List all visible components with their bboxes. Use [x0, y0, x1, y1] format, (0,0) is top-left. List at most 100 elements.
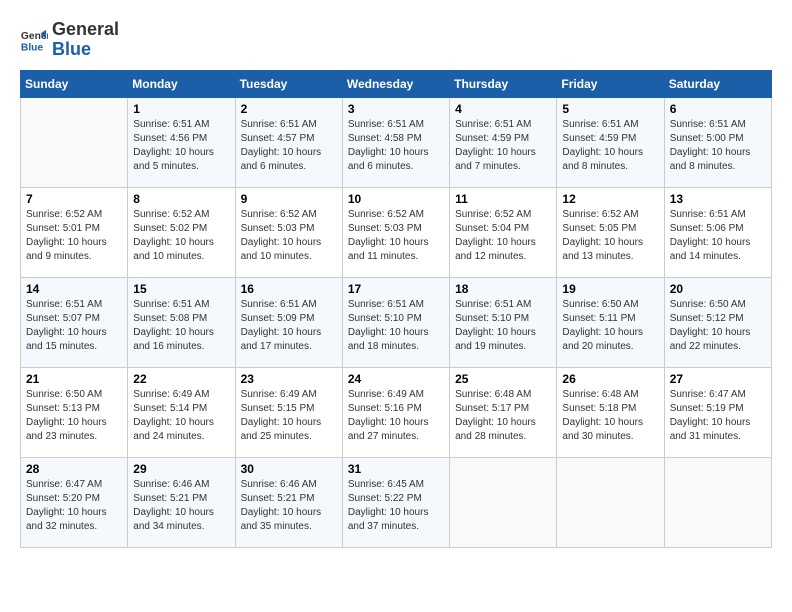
calendar-cell: 20 Sunrise: 6:50 AM Sunset: 5:12 PM Dayl… — [664, 277, 771, 367]
daylight-text: Daylight: 10 hours and 6 minutes. — [241, 146, 337, 174]
sunrise-text: Sunrise: 6:51 AM — [670, 208, 766, 222]
calendar-cell: 15 Sunrise: 6:51 AM Sunset: 5:08 PM Dayl… — [128, 277, 235, 367]
calendar-cell: 3 Sunrise: 6:51 AM Sunset: 4:58 PM Dayli… — [342, 97, 449, 187]
sunset-text: Sunset: 5:21 PM — [241, 492, 337, 506]
daylight-text: Daylight: 10 hours and 24 minutes. — [133, 416, 229, 444]
day-info: Sunrise: 6:51 AM Sunset: 4:58 PM Dayligh… — [348, 118, 444, 174]
sunset-text: Sunset: 5:10 PM — [455, 312, 551, 326]
sunset-text: Sunset: 5:15 PM — [241, 402, 337, 416]
sunrise-text: Sunrise: 6:52 AM — [455, 208, 551, 222]
day-number: 22 — [133, 372, 229, 386]
calendar-week-row: 28 Sunrise: 6:47 AM Sunset: 5:20 PM Dayl… — [21, 457, 772, 547]
daylight-text: Daylight: 10 hours and 28 minutes. — [455, 416, 551, 444]
day-info: Sunrise: 6:45 AM Sunset: 5:22 PM Dayligh… — [348, 478, 444, 534]
daylight-text: Daylight: 10 hours and 22 minutes. — [670, 326, 766, 354]
calendar-cell: 31 Sunrise: 6:45 AM Sunset: 5:22 PM Dayl… — [342, 457, 449, 547]
sunset-text: Sunset: 5:03 PM — [241, 222, 337, 236]
calendar-cell: 2 Sunrise: 6:51 AM Sunset: 4:57 PM Dayli… — [235, 97, 342, 187]
sunrise-text: Sunrise: 6:49 AM — [133, 388, 229, 402]
day-info: Sunrise: 6:52 AM Sunset: 5:03 PM Dayligh… — [348, 208, 444, 264]
day-info: Sunrise: 6:46 AM Sunset: 5:21 PM Dayligh… — [241, 478, 337, 534]
day-number: 29 — [133, 462, 229, 476]
calendar-cell — [21, 97, 128, 187]
calendar-cell: 21 Sunrise: 6:50 AM Sunset: 5:13 PM Dayl… — [21, 367, 128, 457]
calendar-cell: 5 Sunrise: 6:51 AM Sunset: 4:59 PM Dayli… — [557, 97, 664, 187]
daylight-text: Daylight: 10 hours and 37 minutes. — [348, 506, 444, 534]
sunrise-text: Sunrise: 6:47 AM — [26, 478, 122, 492]
sunrise-text: Sunrise: 6:48 AM — [455, 388, 551, 402]
sunset-text: Sunset: 5:18 PM — [562, 402, 658, 416]
weekday-header-saturday: Saturday — [664, 70, 771, 97]
day-number: 18 — [455, 282, 551, 296]
sunset-text: Sunset: 5:13 PM — [26, 402, 122, 416]
sunset-text: Sunset: 5:02 PM — [133, 222, 229, 236]
weekday-header-thursday: Thursday — [450, 70, 557, 97]
day-info: Sunrise: 6:50 AM Sunset: 5:11 PM Dayligh… — [562, 298, 658, 354]
sunset-text: Sunset: 5:21 PM — [133, 492, 229, 506]
day-info: Sunrise: 6:51 AM Sunset: 5:09 PM Dayligh… — [241, 298, 337, 354]
sunset-text: Sunset: 5:20 PM — [26, 492, 122, 506]
calendar-cell: 14 Sunrise: 6:51 AM Sunset: 5:07 PM Dayl… — [21, 277, 128, 367]
daylight-text: Daylight: 10 hours and 23 minutes. — [26, 416, 122, 444]
sunrise-text: Sunrise: 6:47 AM — [670, 388, 766, 402]
day-number: 23 — [241, 372, 337, 386]
sunset-text: Sunset: 5:19 PM — [670, 402, 766, 416]
sunrise-text: Sunrise: 6:49 AM — [348, 388, 444, 402]
day-number: 8 — [133, 192, 229, 206]
day-info: Sunrise: 6:52 AM Sunset: 5:01 PM Dayligh… — [26, 208, 122, 264]
sunrise-text: Sunrise: 6:46 AM — [241, 478, 337, 492]
day-number: 28 — [26, 462, 122, 476]
day-info: Sunrise: 6:52 AM Sunset: 5:04 PM Dayligh… — [455, 208, 551, 264]
calendar-cell: 11 Sunrise: 6:52 AM Sunset: 5:04 PM Dayl… — [450, 187, 557, 277]
day-info: Sunrise: 6:48 AM Sunset: 5:17 PM Dayligh… — [455, 388, 551, 444]
day-info: Sunrise: 6:49 AM Sunset: 5:15 PM Dayligh… — [241, 388, 337, 444]
day-number: 30 — [241, 462, 337, 476]
day-number: 2 — [241, 102, 337, 116]
calendar-table: SundayMondayTuesdayWednesdayThursdayFrid… — [20, 70, 772, 548]
calendar-cell: 12 Sunrise: 6:52 AM Sunset: 5:05 PM Dayl… — [557, 187, 664, 277]
daylight-text: Daylight: 10 hours and 7 minutes. — [455, 146, 551, 174]
sunset-text: Sunset: 5:06 PM — [670, 222, 766, 236]
sunset-text: Sunset: 4:56 PM — [133, 132, 229, 146]
daylight-text: Daylight: 10 hours and 10 minutes. — [241, 236, 337, 264]
sunset-text: Sunset: 4:59 PM — [562, 132, 658, 146]
day-number: 17 — [348, 282, 444, 296]
calendar-cell: 30 Sunrise: 6:46 AM Sunset: 5:21 PM Dayl… — [235, 457, 342, 547]
logo: General Blue General Blue — [20, 20, 119, 60]
day-info: Sunrise: 6:51 AM Sunset: 5:10 PM Dayligh… — [455, 298, 551, 354]
sunset-text: Sunset: 5:01 PM — [26, 222, 122, 236]
day-info: Sunrise: 6:51 AM Sunset: 4:59 PM Dayligh… — [562, 118, 658, 174]
daylight-text: Daylight: 10 hours and 12 minutes. — [455, 236, 551, 264]
day-info: Sunrise: 6:49 AM Sunset: 5:14 PM Dayligh… — [133, 388, 229, 444]
sunrise-text: Sunrise: 6:52 AM — [241, 208, 337, 222]
daylight-text: Daylight: 10 hours and 6 minutes. — [348, 146, 444, 174]
logo-icon: General Blue — [20, 26, 48, 54]
sunrise-text: Sunrise: 6:50 AM — [26, 388, 122, 402]
calendar-cell: 18 Sunrise: 6:51 AM Sunset: 5:10 PM Dayl… — [450, 277, 557, 367]
day-number: 26 — [562, 372, 658, 386]
page-header: General Blue General Blue — [20, 20, 772, 60]
logo-text-line1: General — [52, 20, 119, 40]
day-info: Sunrise: 6:52 AM Sunset: 5:03 PM Dayligh… — [241, 208, 337, 264]
day-info: Sunrise: 6:51 AM Sunset: 4:56 PM Dayligh… — [133, 118, 229, 174]
daylight-text: Daylight: 10 hours and 8 minutes. — [562, 146, 658, 174]
sunrise-text: Sunrise: 6:51 AM — [241, 118, 337, 132]
calendar-cell — [450, 457, 557, 547]
sunset-text: Sunset: 5:22 PM — [348, 492, 444, 506]
sunrise-text: Sunrise: 6:52 AM — [26, 208, 122, 222]
day-number: 14 — [26, 282, 122, 296]
calendar-cell — [664, 457, 771, 547]
sunset-text: Sunset: 5:08 PM — [133, 312, 229, 326]
daylight-text: Daylight: 10 hours and 17 minutes. — [241, 326, 337, 354]
calendar-cell: 7 Sunrise: 6:52 AM Sunset: 5:01 PM Dayli… — [21, 187, 128, 277]
sunset-text: Sunset: 4:57 PM — [241, 132, 337, 146]
calendar-cell: 28 Sunrise: 6:47 AM Sunset: 5:20 PM Dayl… — [21, 457, 128, 547]
day-number: 24 — [348, 372, 444, 386]
daylight-text: Daylight: 10 hours and 19 minutes. — [455, 326, 551, 354]
calendar-cell: 13 Sunrise: 6:51 AM Sunset: 5:06 PM Dayl… — [664, 187, 771, 277]
day-number: 1 — [133, 102, 229, 116]
day-number: 31 — [348, 462, 444, 476]
daylight-text: Daylight: 10 hours and 10 minutes. — [133, 236, 229, 264]
sunrise-text: Sunrise: 6:50 AM — [562, 298, 658, 312]
calendar-cell: 29 Sunrise: 6:46 AM Sunset: 5:21 PM Dayl… — [128, 457, 235, 547]
